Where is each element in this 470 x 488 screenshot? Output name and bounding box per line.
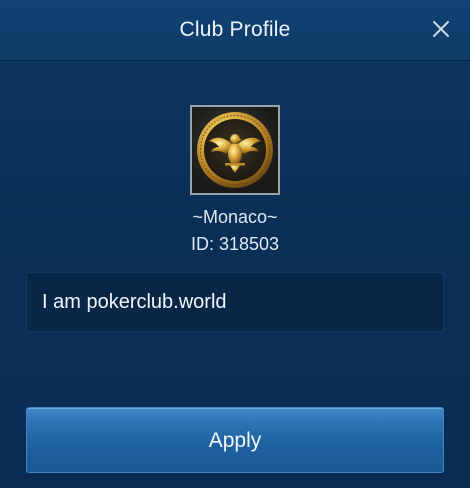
club-profile-dialog: Club Profile ~Monaco~ ID: 318503 I am po… (0, 0, 470, 488)
club-name: ~Monaco~ (192, 207, 278, 227)
club-description-text: I am pokerclub.world (42, 291, 227, 313)
close-button[interactable] (430, 18, 452, 40)
dialog-title: Club Profile (179, 18, 291, 41)
dialog-header: Club Profile (0, 0, 470, 61)
club-avatar[interactable] (190, 105, 280, 195)
club-description-field[interactable]: I am pokerclub.world (26, 272, 444, 332)
eagle-emblem-icon (197, 112, 273, 188)
club-id: ID: 318503 (190, 234, 280, 254)
apply-button[interactable]: Apply (26, 407, 444, 473)
close-icon (433, 21, 449, 37)
apply-button-label: Apply (208, 429, 262, 452)
